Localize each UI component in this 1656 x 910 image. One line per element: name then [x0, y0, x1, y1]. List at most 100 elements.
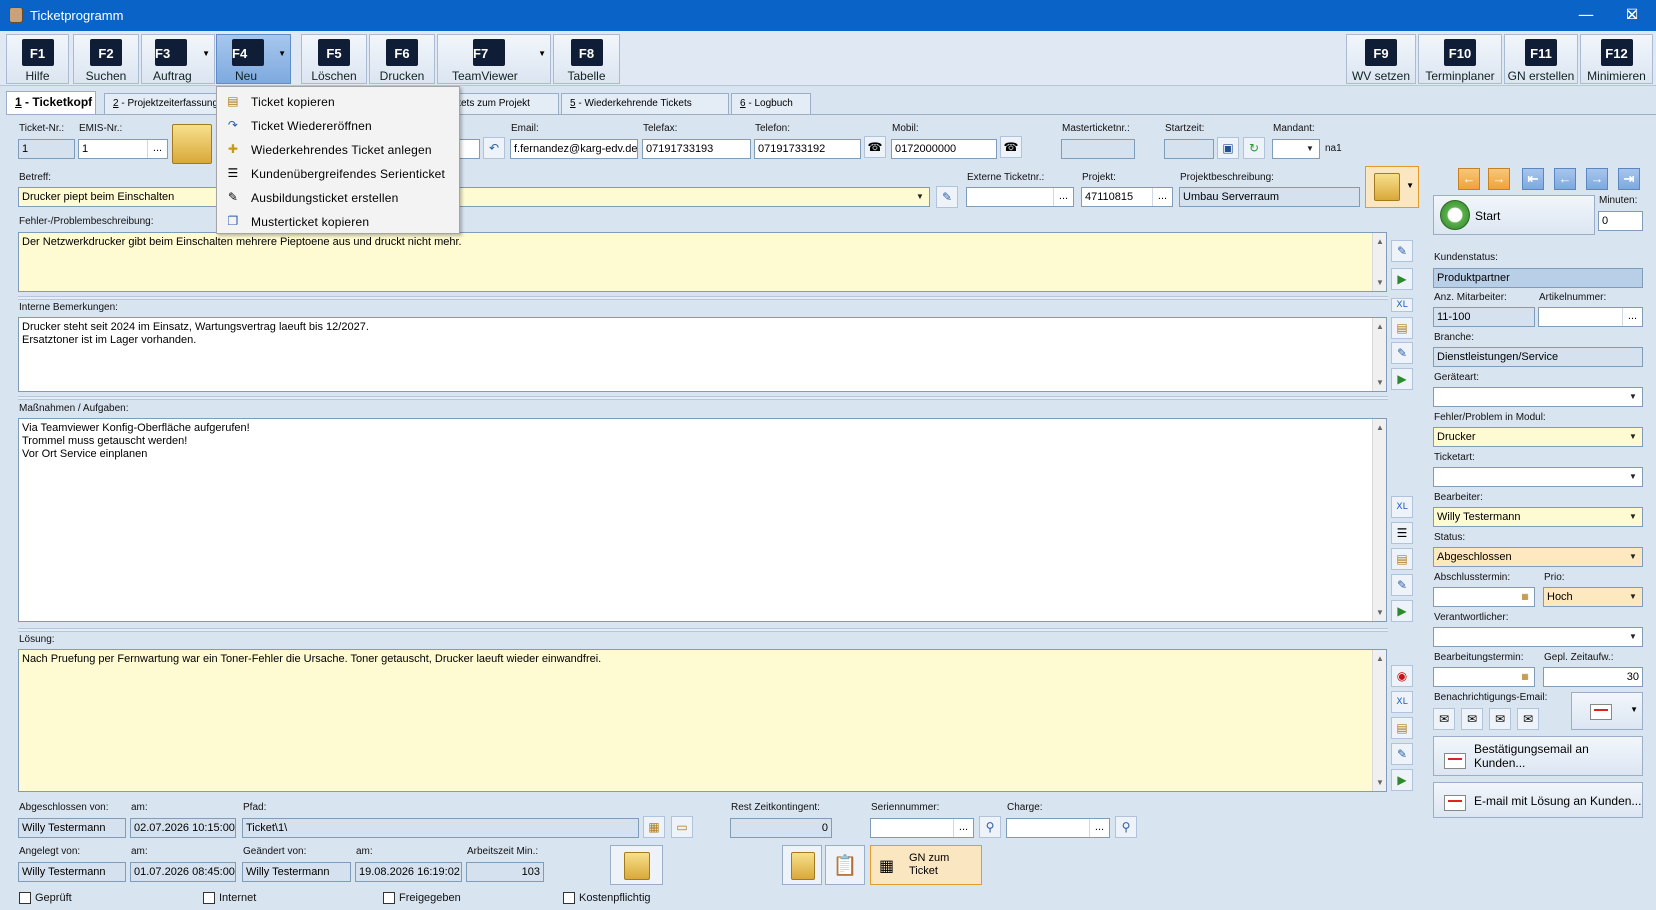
ordner-button[interactable]	[610, 845, 663, 885]
clipboard-icon[interactable]: ▤	[1391, 317, 1413, 339]
mail-icon[interactable]: ✉	[1489, 708, 1511, 730]
mail-icon[interactable]: ✉	[1433, 708, 1455, 730]
spellcheck-icon[interactable]: ✎	[936, 186, 958, 208]
kunde-folder-icon[interactable]	[172, 124, 212, 164]
menu-item-serienticket[interactable]: ☰ Kundenübergreifendes Serienticket	[218, 162, 458, 186]
kostenpflichtig-checkbox[interactable]	[563, 892, 575, 904]
splitter[interactable]	[18, 396, 1388, 400]
f1-hilfe-button[interactable]: F1 Hilfe	[6, 34, 69, 84]
f9-wv-setzen-button[interactable]: F9 WV setzen	[1346, 34, 1416, 84]
folder-dropdown-button[interactable]: ▼	[1365, 166, 1419, 208]
geaendert-von-field[interactable]: Willy Testermann	[242, 862, 351, 882]
angelegt-am-field[interactable]: 01.07.2026 08:45:00	[130, 862, 236, 882]
insert-text-icon[interactable]: ▶	[1391, 769, 1413, 791]
mail-icon[interactable]: ✉	[1517, 708, 1539, 730]
menu-item-ausbildungsticket[interactable]: ✎ Ausbildungsticket erstellen	[218, 186, 458, 210]
bestaetigungsemail-button[interactable]: Bestätigungsemail an Kunden...	[1433, 736, 1643, 776]
f2-suchen-button[interactable]: F2 Suchen	[73, 34, 139, 84]
seriennummer-field[interactable]: ...	[870, 818, 974, 838]
search-icon[interactable]: ⚲	[1115, 816, 1137, 838]
email-field[interactable]: f.fernandez@karg-edv.de	[510, 139, 638, 159]
folder-icon[interactable]: ▭	[671, 816, 693, 838]
abgeschlossen-von-field[interactable]: Willy Testermann	[18, 818, 126, 838]
telefax-field[interactable]: 07191733193	[642, 139, 751, 159]
mobil-field[interactable]: 0172000000	[891, 139, 997, 159]
chevron-down-icon[interactable]: ▼	[1624, 508, 1642, 526]
calendar-icon[interactable]: ▦	[1516, 588, 1534, 606]
prev-record-icon[interactable]: ←	[1554, 168, 1576, 190]
start-button[interactable]: Start	[1433, 195, 1595, 235]
fehler-textarea[interactable]: Der Netzwerkdrucker gibt beim Einschalte…	[18, 232, 1387, 292]
excel-icon[interactable]: XL	[1391, 496, 1413, 518]
extern-field[interactable]: ...	[966, 187, 1074, 207]
f12-minimieren-button[interactable]: F12 Minimieren	[1580, 34, 1653, 84]
loesung-textarea[interactable]: Nach Pruefung per Fernwartung war ein To…	[18, 649, 1387, 792]
next-orange-icon[interactable]: →	[1488, 168, 1510, 190]
geraeteart-select[interactable]: ▼	[1433, 387, 1643, 407]
lips-icon[interactable]: ◉	[1391, 665, 1413, 687]
extern-lookup-button[interactable]: ...	[1053, 188, 1073, 206]
ticketnr-field[interactable]: 1	[18, 139, 75, 159]
charge-lookup-button[interactable]: ...	[1089, 819, 1109, 837]
email-dropdown-button[interactable]: ▼	[1571, 692, 1643, 730]
chevron-down-icon[interactable]: ▼	[1624, 588, 1642, 606]
chevron-down-icon[interactable]: ▼	[1624, 548, 1642, 566]
arbeitszeit-field[interactable]: 103	[466, 862, 544, 882]
ticketart-select[interactable]: ▼	[1433, 467, 1643, 487]
phone-icon[interactable]: ☎	[1000, 136, 1022, 158]
insert-text-icon[interactable]: ▶	[1391, 268, 1413, 290]
tab-projektzeiterfassung[interactable]: 2 - Projektzeiterfassung	[104, 93, 220, 114]
masterticket-field[interactable]	[1061, 139, 1135, 159]
rest-zeitkontingent-field[interactable]: 0	[730, 818, 832, 838]
seriennummer-lookup-button[interactable]: ...	[953, 819, 973, 837]
contact-folder-button[interactable]	[782, 845, 822, 885]
projektbeschreibung-field[interactable]: Umbau Serverraum	[1179, 187, 1360, 207]
f7-teamviewer-button[interactable]: F7 TeamViewer ▼	[437, 34, 551, 84]
f10-terminplaner-button[interactable]: F10 Terminplaner	[1418, 34, 1502, 84]
f6-drucken-button[interactable]: F6 Drucken	[369, 34, 435, 84]
artikelnummer-field[interactable]: ...	[1538, 307, 1643, 327]
verantwortlicher-select[interactable]: ▼	[1433, 627, 1643, 647]
chevron-down-icon[interactable]: ▼	[1624, 468, 1642, 486]
refresh-icon[interactable]: ↻	[1243, 137, 1265, 159]
mail-icon[interactable]: ✉	[1461, 708, 1483, 730]
minuten-field[interactable]: 0	[1598, 211, 1643, 231]
chevron-down-icon[interactable]: ▼	[1624, 428, 1642, 446]
minimize-button[interactable]: —	[1563, 0, 1609, 31]
list-icon[interactable]: ☰	[1391, 522, 1413, 544]
betreff-field[interactable]: Drucker piept beim Einschalten ▼	[18, 187, 930, 207]
menu-item-ticket-wiedereroeffnen[interactable]: ↷ Ticket Wiedereröffnen	[218, 114, 458, 138]
close-button[interactable]: ✕	[1609, 0, 1655, 31]
branche-field[interactable]: Dienstleistungen/Service	[1433, 347, 1643, 367]
tab-ticketkopf[interactable]: 1 - Ticketkopf	[6, 91, 96, 115]
zeitaufwand-field[interactable]: 30	[1543, 667, 1643, 687]
scrollbar[interactable]	[1372, 233, 1386, 291]
abgeschlossen-am-field[interactable]: 02.07.2026 10:15:00	[130, 818, 236, 838]
angelegt-von-field[interactable]: Willy Testermann	[18, 862, 126, 882]
emis-field[interactable]: 1...	[78, 139, 168, 159]
freigegeben-checkbox[interactable]	[383, 892, 395, 904]
last-record-icon[interactable]: ⇥	[1618, 168, 1640, 190]
chevron-down-icon[interactable]: ▼	[1301, 140, 1319, 158]
emis-lookup-button[interactable]: ...	[147, 140, 167, 158]
scrollbar[interactable]	[1372, 318, 1386, 391]
abschlusstermin-field[interactable]: ▦	[1433, 587, 1535, 607]
spellcheck-icon[interactable]: ✎	[1391, 743, 1413, 765]
chevron-down-icon[interactable]: ▼	[202, 49, 210, 58]
modul-select[interactable]: Drucker ▼	[1433, 427, 1643, 447]
startzeit-field[interactable]	[1164, 139, 1214, 159]
mandant-select[interactable]: ▼	[1272, 139, 1320, 159]
email-loesung-button[interactable]: E-mail mit Lösung an Kunden...	[1433, 782, 1643, 818]
spellcheck-icon[interactable]: ✎	[1391, 574, 1413, 596]
menu-item-wiederkehrendes-ticket[interactable]: ✚ Wiederkehrendes Ticket anlegen	[218, 138, 458, 162]
projekt-lookup-button[interactable]: ...	[1152, 188, 1172, 206]
kundenstatus-field[interactable]: Produktpartner	[1433, 268, 1643, 288]
tab-tickets-zum-projekt[interactable]: kets zum Projekt	[447, 93, 559, 114]
next-record-icon[interactable]: →	[1586, 168, 1608, 190]
bearbeitungstermin-field[interactable]: ▦	[1433, 667, 1535, 687]
search-icon[interactable]: ⚲	[979, 816, 1001, 838]
telefon-field[interactable]: 07191733192	[754, 139, 861, 159]
insert-text-icon[interactable]: ▶	[1391, 368, 1413, 390]
bearbeiter-select[interactable]: Willy Testermann ▼	[1433, 507, 1643, 527]
f8-tabelle-button[interactable]: F8 Tabelle	[553, 34, 620, 84]
